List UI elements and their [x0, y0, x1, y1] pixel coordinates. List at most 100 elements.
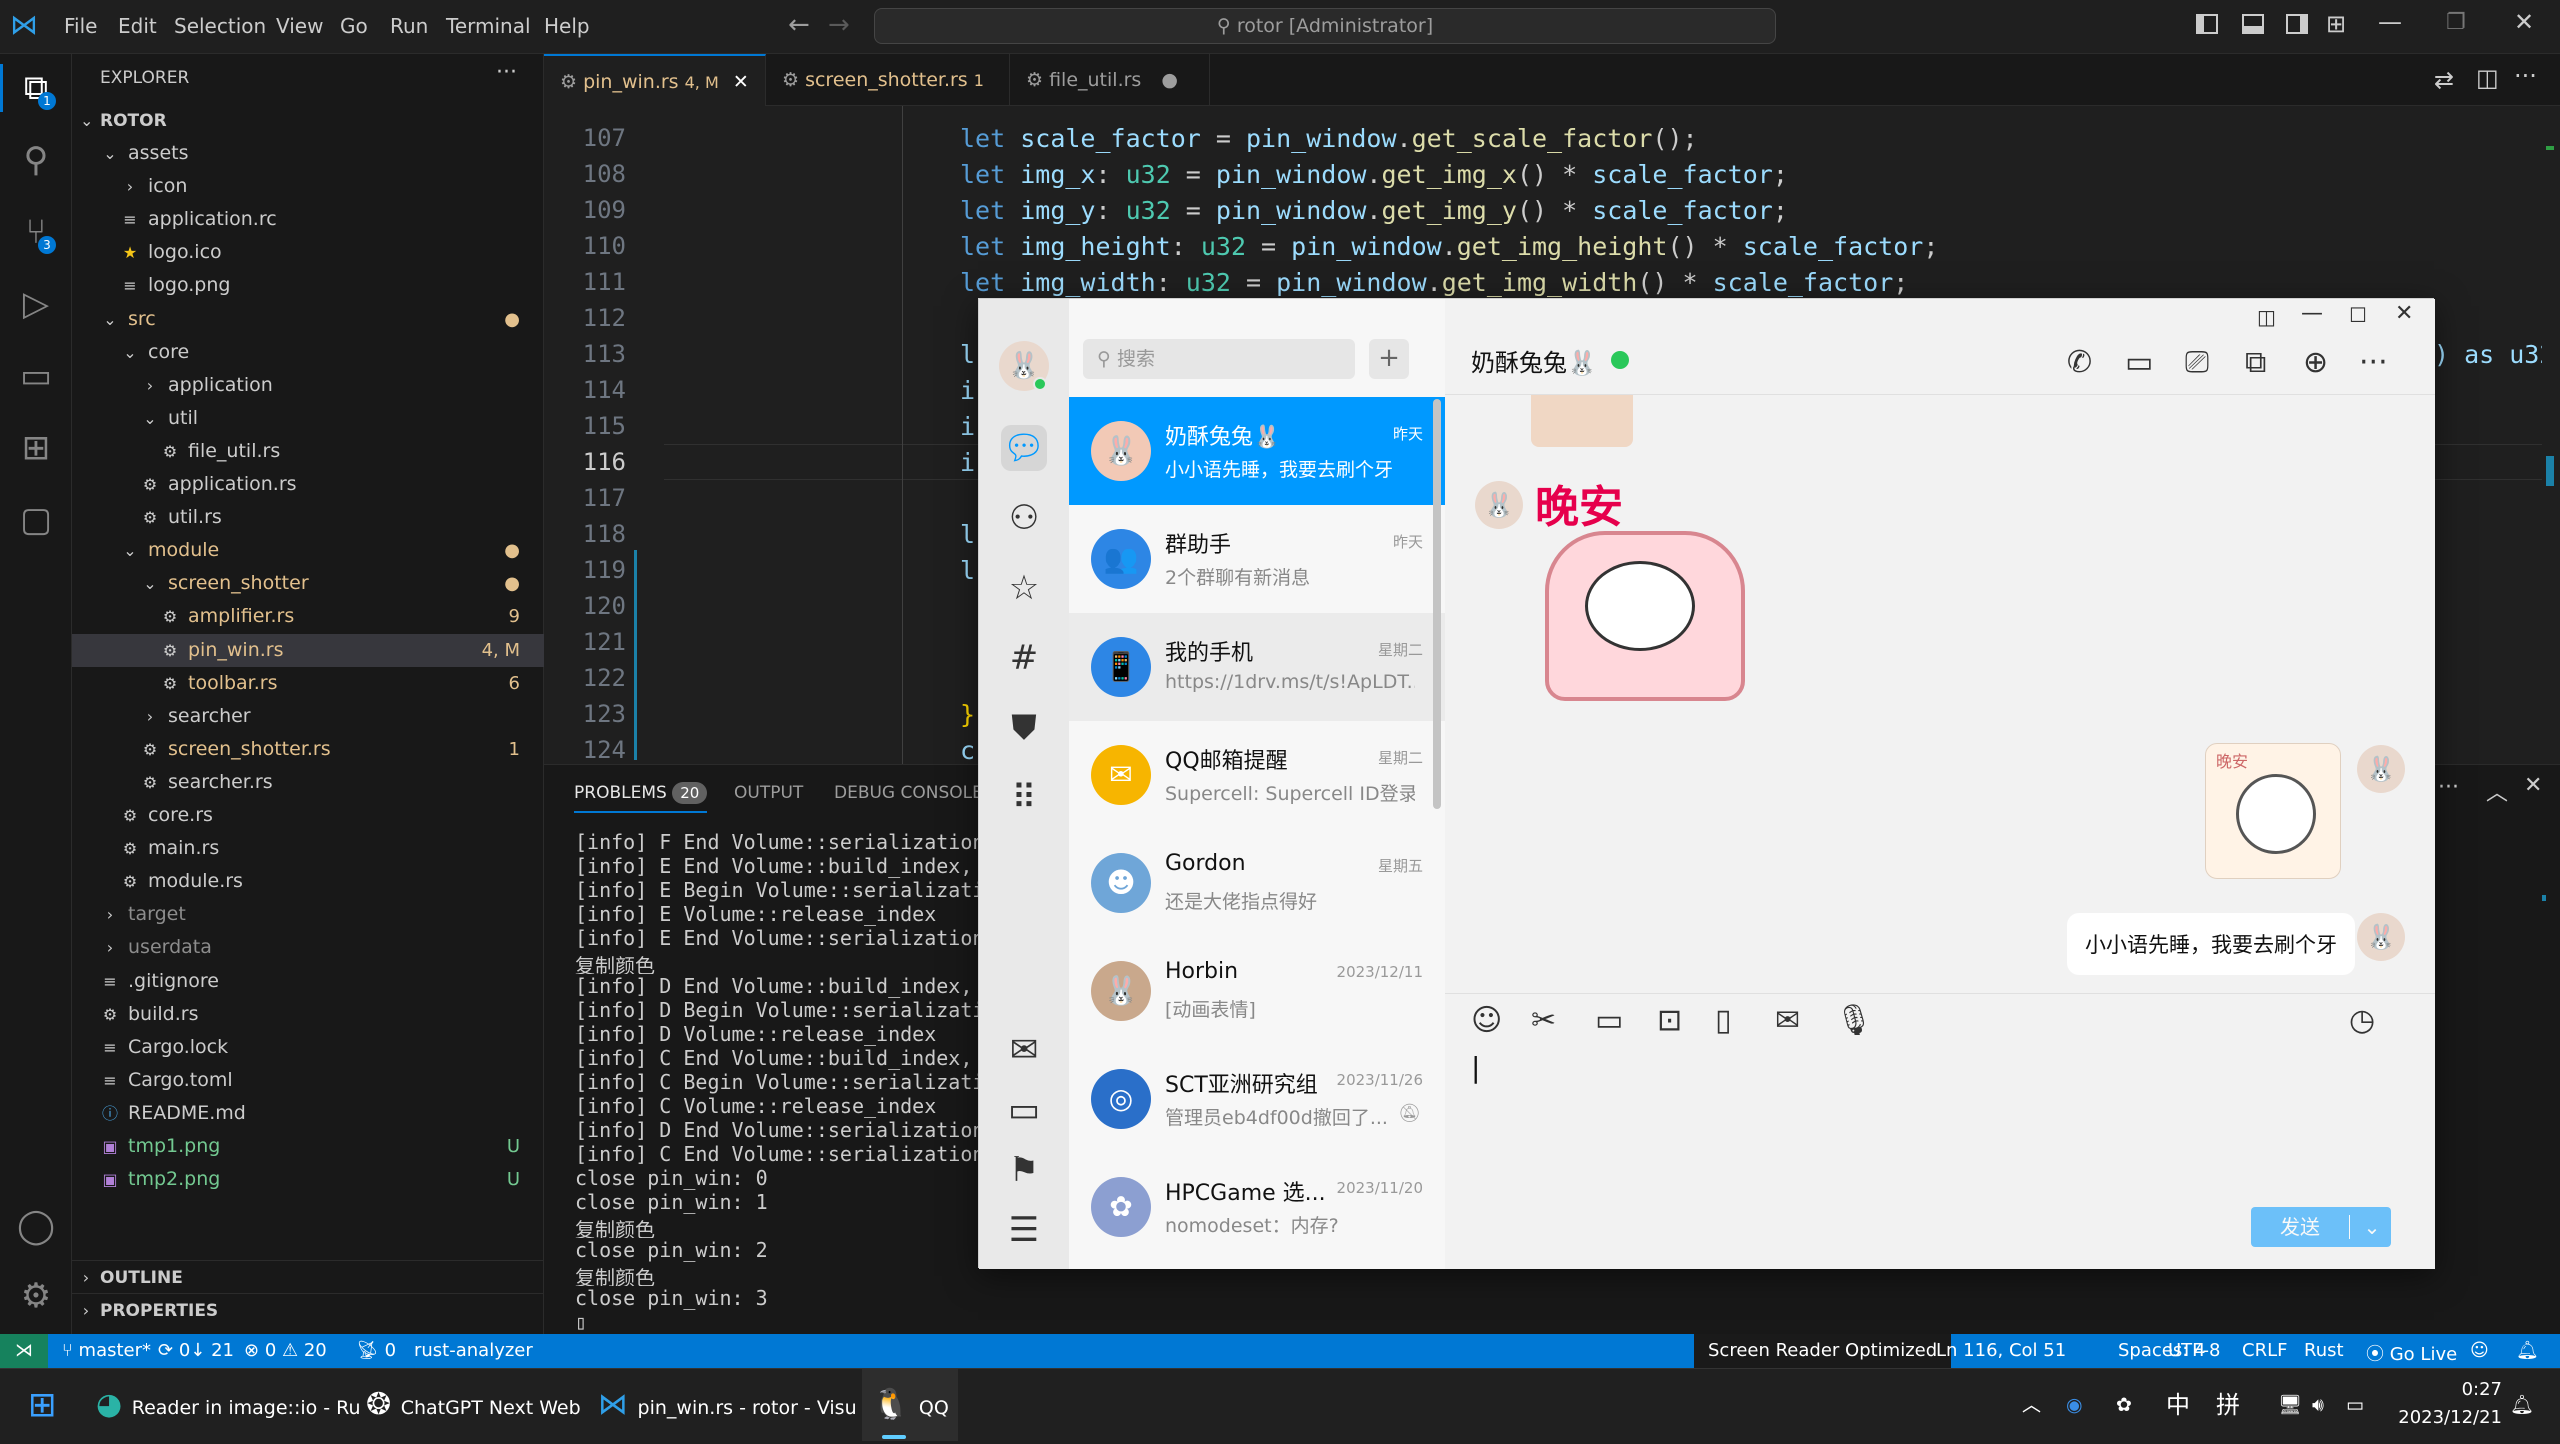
clock-time[interactable]: 0:27 — [2402, 1379, 2502, 1400]
close-icon[interactable]: ✕ — [2514, 8, 2534, 36]
network-icon[interactable]: 🖥︎ — [2278, 1369, 2302, 1441]
tree-item[interactable]: ⚙ module.rs — [72, 865, 544, 898]
notifications-bell-icon[interactable]: 🔔︎ — [2516, 1340, 2539, 1361]
toggle-panel-icon[interactable] — [2242, 14, 2264, 34]
chat-list-scrollbar[interactable] — [1433, 399, 1441, 809]
tree-item[interactable]: ⌄ src ● — [72, 303, 544, 336]
go-live[interactable]: ⦿ Go Live — [2366, 1340, 2457, 1366]
tree-item[interactable]: ⌄ screen_shotter ● — [72, 567, 544, 600]
split-editor-icon[interactable]: ◫ — [2476, 64, 2499, 92]
customize-layout-icon[interactable]: ⊞ — [2326, 10, 2346, 38]
mail-icon[interactable]: ✉ — [1001, 1027, 1047, 1073]
ports-status[interactable]: 📡︎ 0 — [356, 1340, 396, 1361]
code-fragment-118[interactable]: l — [960, 520, 975, 549]
clock-date[interactable]: 2023/12/21 — [2382, 1407, 2502, 1428]
encoding[interactable]: UTF-8 — [2168, 1340, 2220, 1361]
tree-item[interactable]: ⚙ amplifier.rs 9 — [72, 600, 544, 633]
tree-item[interactable]: ⚙ file_util.rs — [72, 435, 544, 468]
my-avatar[interactable]: 🐰 — [2357, 745, 2405, 793]
qq-maximize-icon[interactable]: ☐ — [2349, 303, 2367, 327]
channels-hash-icon[interactable]: # — [1001, 635, 1047, 681]
taskbar-app-vscode[interactable]: ⋈ pin_win.rs - rotor - Visu — [598, 1369, 857, 1441]
lsp-status[interactable]: rust-analyzer — [414, 1340, 533, 1361]
voice-call-icon[interactable]: ✆ — [2067, 345, 2092, 380]
code-fragment-123[interactable]: } — [960, 700, 975, 729]
menu-edit[interactable]: Edit — [118, 14, 157, 38]
chat-icon[interactable]: ▢ — [14, 498, 58, 542]
cursor-position[interactable]: Ln 116, Col 51 — [1936, 1340, 2066, 1361]
code-fragment-114[interactable]: i — [960, 376, 975, 405]
code-line-111[interactable]: let img_width: u32 = pin_window.get_img_… — [960, 268, 1908, 297]
tray-expand-icon[interactable]: ︿ — [2022, 1369, 2041, 1441]
menu-terminal[interactable]: Terminal — [446, 14, 531, 38]
tree-item[interactable]: ⌄ util — [72, 402, 544, 435]
sticker-image-top[interactable] — [1531, 395, 1633, 447]
extensions-icon[interactable]: ⊞ — [14, 426, 58, 470]
tree-item[interactable]: ▣ tmp2.png U — [72, 1163, 544, 1196]
language-mode[interactable]: Rust — [2304, 1340, 2344, 1361]
menu-go[interactable]: Go — [340, 14, 368, 38]
goodnight-sticker[interactable]: 晚安 — [1535, 471, 1757, 707]
account-icon[interactable]: ◯ — [14, 1204, 58, 1248]
tree-item[interactable]: ⚙ application.rs — [72, 468, 544, 501]
unsaved-dot-icon[interactable]: ● — [1161, 69, 1178, 91]
folder-icon[interactable]: ▭ — [1001, 1087, 1047, 1133]
minimize-icon[interactable]: — — [2378, 8, 2402, 36]
chat-list-item[interactable]: ✉ QQ邮箱提醒 Supercell: Supercell ID登录... 星期二 — [1069, 721, 1445, 829]
tree-item[interactable]: ⌄ module ● — [72, 534, 544, 567]
tree-item[interactable]: ≡ application.rc — [72, 203, 544, 236]
tree-item[interactable]: ⌄ core — [72, 336, 544, 369]
send-button[interactable]: 发送 ⌄ — [2251, 1207, 2391, 1247]
command-center-search[interactable]: ⚲ rotor [Administrator] — [874, 8, 1776, 44]
branch-status[interactable]: ⑂ master* — [62, 1340, 151, 1361]
code-fragment-113[interactable]: l — [960, 340, 975, 369]
explorer-root[interactable]: ⌄ ROTOR — [72, 104, 544, 137]
tree-item[interactable]: ≡ Cargo.toml — [72, 1064, 544, 1097]
taskbar-app-edge[interactable]: ◕ Reader in image::io - Ru — [96, 1369, 361, 1441]
sent-sticker-image[interactable]: 晚安 — [2205, 743, 2341, 879]
code-fragment-right[interactable]: ) as u32 — [2434, 340, 2554, 369]
messages-icon[interactable]: 💬︎ — [1001, 425, 1047, 471]
tree-item[interactable]: ≡ .gitignore — [72, 965, 544, 998]
pin-window-icon[interactable]: ◫ — [2257, 305, 2276, 329]
battery-icon[interactable]: ▭ — [2346, 1369, 2364, 1441]
qq-minimize-icon[interactable]: — — [2301, 301, 2323, 326]
qq-close-icon[interactable]: ✕ — [2395, 301, 2413, 326]
notification-center-icon[interactable]: 🔔︎ — [2510, 1369, 2534, 1441]
my-message-bubble[interactable]: 小小语先睡，我要去刷个牙 — [2067, 913, 2355, 975]
contact-avatar[interactable]: 🐰 — [1475, 481, 1523, 529]
tree-item[interactable]: › application — [72, 369, 544, 402]
remote-indicator-icon[interactable]: ⋊ — [0, 1334, 48, 1368]
tree-item[interactable]: ⚙ util.rs — [72, 501, 544, 534]
chat-list-item[interactable]: 🐰 Horbin [动画表情] 2023/12/11 — [1069, 937, 1445, 1045]
volume-icon[interactable]: 🔊︎ — [2312, 1369, 2324, 1441]
code-fragment-124[interactable]: c — [960, 736, 975, 765]
tree-item[interactable]: ⚙ build.rs — [72, 998, 544, 1031]
menu-hamburger-icon[interactable]: ☰ — [1001, 1207, 1047, 1253]
taskbar-app-chatgpt[interactable]: ❂ ChatGPT Next Web — [366, 1369, 581, 1441]
tray-app-icon-2[interactable]: ✿ — [2116, 1369, 2132, 1441]
restore-icon[interactable]: ❐ — [2446, 10, 2466, 35]
apps-grid-icon[interactable]: ⠿ — [1001, 775, 1047, 821]
add-member-icon[interactable]: ⊕ — [2303, 345, 2328, 380]
problems-status[interactable]: ⊗ 0 ⚠ 20 — [244, 1340, 327, 1361]
contacts-icon[interactable]: ⚇ — [1001, 495, 1047, 541]
chat-list-item[interactable]: ◎ SCT亚洲研究组 管理员eb4df00d撤回了... 2023/11/26 🔕︎ — [1069, 1045, 1445, 1153]
close-tab-icon[interactable]: ✕ — [733, 71, 749, 93]
back-arrow-icon[interactable]: ← — [788, 10, 810, 40]
tab-file-util[interactable]: ⚙ file_util.rs ● — [1010, 54, 1210, 106]
tab-screen-shotter[interactable]: ⚙ screen_shotter.rs 1 — [766, 54, 1010, 106]
tree-item[interactable]: ⚙ main.rs — [72, 832, 544, 865]
screen-share-icon[interactable]: ⎚ — [2185, 345, 2209, 380]
history-clock-icon[interactable]: ◷ — [2349, 1003, 2375, 1038]
toggle-sidebar-icon[interactable] — [2196, 14, 2218, 34]
game-icon[interactable]: ⛊ — [1001, 705, 1047, 751]
add-button[interactable]: + — [1369, 339, 1409, 379]
ime-pinyin[interactable]: 拼 — [2216, 1369, 2240, 1441]
menu-run[interactable]: Run — [390, 14, 428, 38]
compare-icon[interactable]: ⇄ — [2434, 66, 2454, 94]
panel-more-icon[interactable]: ··· — [2438, 775, 2459, 800]
toggle-secondary-sidebar-icon[interactable] — [2286, 14, 2308, 34]
menu-view[interactable]: View — [276, 14, 323, 38]
panel-tab-problems[interactable]: PROBLEMS 20 — [574, 782, 708, 813]
